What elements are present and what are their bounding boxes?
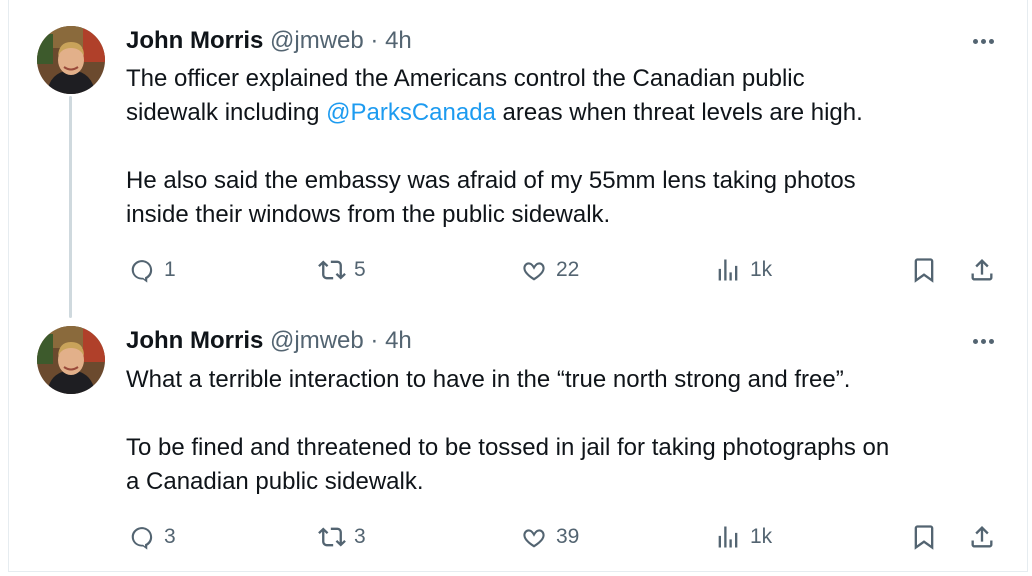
text-segment: sidewalk including (126, 99, 327, 126)
like-button[interactable]: 39 (520, 521, 579, 553)
views-count: 1k (750, 525, 773, 548)
reply-button[interactable]: 3 (128, 521, 176, 553)
avatar[interactable] (37, 326, 105, 394)
timestamp[interactable]: 4h (385, 327, 412, 354)
share-icon (968, 256, 996, 284)
tweet-text: What a terrible interaction to have in t… (126, 363, 889, 499)
reply-count: 1 (164, 258, 176, 281)
heart-icon (520, 256, 548, 284)
author-name[interactable]: John Morris (126, 27, 263, 54)
repost-count: 5 (354, 258, 366, 281)
repost-button[interactable]: 5 (318, 254, 366, 286)
repost-icon (318, 523, 346, 551)
reply-icon (128, 523, 156, 551)
separator: · (370, 27, 379, 54)
bookmark-icon (910, 256, 938, 284)
like-count: 22 (556, 258, 580, 281)
share-button[interactable] (968, 254, 996, 286)
repost-button[interactable]: 3 (318, 521, 366, 553)
bookmark-button[interactable] (910, 521, 938, 553)
text-line: a Canadian public sidewalk. (126, 468, 424, 495)
views-button[interactable]: 1k (714, 254, 772, 286)
timestamp[interactable]: 4h (385, 27, 412, 54)
text-segment: areas when threat levels are high. (495, 99, 863, 126)
text-line: sidewalk including @ParksCanada areas wh… (126, 96, 863, 130)
share-button[interactable] (968, 521, 996, 553)
views-icon (714, 523, 742, 551)
reply-button[interactable]: 1 (128, 254, 176, 286)
reply-count: 3 (164, 525, 176, 548)
more-icon[interactable] (966, 328, 1000, 354)
views-button[interactable]: 1k (714, 521, 772, 553)
text-line: The officer explained the Americans cont… (126, 65, 805, 92)
repost-count: 3 (354, 525, 366, 548)
share-icon (968, 523, 996, 551)
tweet-header: John Morris @jmweb · 4h (126, 26, 412, 56)
heart-icon (520, 523, 548, 551)
like-count: 39 (556, 525, 580, 548)
repost-icon (318, 256, 346, 284)
author-name[interactable]: John Morris (126, 327, 263, 354)
tweet-text: The officer explained the Americans cont… (126, 62, 863, 232)
bookmark-icon (910, 523, 938, 551)
text-line: inside their windows from the public sid… (126, 201, 611, 228)
mention-link[interactable]: @ParksCanada (326, 99, 496, 126)
author-handle[interactable]: @jmweb (270, 27, 364, 54)
separator: · (370, 327, 379, 354)
text-line: To be fined and threatened to be tossed … (126, 434, 890, 461)
like-button[interactable]: 22 (520, 254, 579, 286)
text-line: He also said the embassy was afraid of m… (126, 167, 856, 194)
tweet-header: John Morris @jmweb · 4h (126, 326, 412, 356)
avatar[interactable] (37, 26, 105, 94)
text-line: What a terrible interaction to have in t… (126, 366, 851, 393)
bookmark-button[interactable] (910, 254, 938, 286)
views-icon (714, 256, 742, 284)
action-bar: 1 5 22 1k (0, 254, 1032, 286)
author-handle[interactable]: @jmweb (270, 327, 364, 354)
reply-icon (128, 256, 156, 284)
views-count: 1k (750, 258, 773, 281)
more-icon[interactable] (966, 28, 1000, 54)
action-bar: 3 3 39 1k (0, 521, 1032, 553)
